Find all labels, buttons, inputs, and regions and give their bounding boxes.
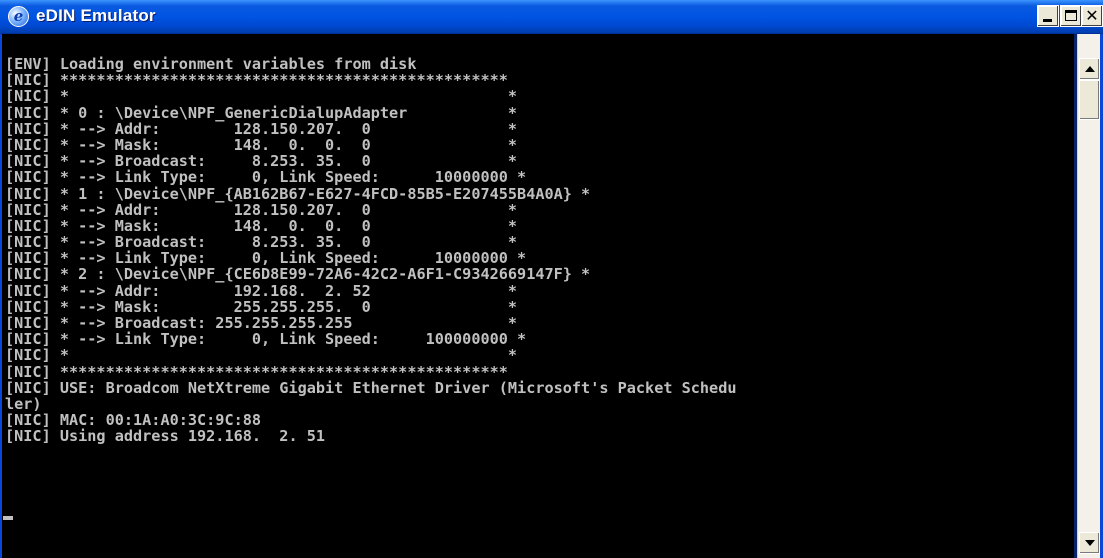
console-line: [NIC] * --> Addr: 128.150.207. 0 * [5, 119, 518, 138]
console-line: [NIC] * --> Broadcast: 255.255.255.255 * [5, 314, 518, 332]
scrollbar-thumb[interactable] [1079, 80, 1100, 120]
console-line: [NIC] * --> Link Type: 0, Link Speed: 10… [5, 330, 527, 349]
console-line: [NIC] Using address 192.168. 2. 51 [5, 427, 326, 446]
console-line: ler) [5, 394, 42, 413]
maximize-icon [1065, 10, 1077, 21]
vertical-scrollbar[interactable] [1077, 34, 1100, 558]
console-line: [NIC] * 0 : \Device\NPF_GenericDialupAda… [5, 103, 518, 122]
scroll-down-button[interactable] [1079, 532, 1100, 554]
console-line: [NIC] * --> Link Type: 0, Link Speed: 10… [5, 249, 527, 268]
console-line: [NIC] **********************************… [5, 362, 508, 381]
console-line: [ENV] Loading environment variables from… [5, 55, 417, 73]
console-line: [NIC] * --> Addr: 128.150.207. 0 * [5, 200, 518, 219]
console-line: [NIC] * --> Addr: 192.168. 2. 52 * [5, 281, 518, 300]
console-line: [NIC] * * [5, 87, 518, 106]
scroll-down-arrow-icon [1085, 540, 1095, 546]
console-line: [NIC] MAC: 00:1A:A0:3C:9C:88 [5, 411, 262, 430]
console-line: [NIC] * --> Link Type: 0, Link Speed: 10… [5, 168, 527, 187]
edin-app-icon[interactable]: e [8, 6, 29, 27]
console-line: [NIC] * --> Broadcast: 8.253. 35. 0 * [5, 152, 518, 171]
text-cursor [3, 516, 13, 520]
minimize-icon [1043, 19, 1052, 22]
console-line: [NIC] * --> Mask: 255.255.255. 0 * [5, 297, 518, 316]
scroll-up-arrow-icon [1085, 66, 1095, 72]
title-bar[interactable]: e eDIN Emulator ✕ [0, 0, 1103, 34]
console-line: [NIC] * --> Broadcast: 8.253. 35. 0 * [5, 233, 518, 252]
console-line: [NIC] **********************************… [5, 71, 508, 90]
console-line: [NIC] * * [5, 346, 518, 365]
console-line: [NIC] * --> Mask: 148. 0. 0. 0 * [5, 216, 518, 235]
close-button[interactable]: ✕ [1081, 5, 1103, 27]
console-output[interactable]: [ENV] Loading environment variables from… [2, 34, 1074, 558]
console-line: [NIC] * 2 : \Device\NPF_{CE6D8E99-72A6-4… [5, 265, 591, 284]
minimize-button[interactable] [1037, 5, 1059, 27]
console-line: [NIC] * 1 : \Device\NPF_{AB162B67-E627-4… [5, 184, 591, 203]
maximize-button[interactable] [1060, 5, 1082, 27]
window-title: eDIN Emulator [36, 6, 156, 25]
console-line: [NIC] * --> Mask: 148. 0. 0. 0 * [5, 135, 518, 154]
close-icon: ✕ [1085, 6, 1099, 25]
console-line: [NIC] USE: Broadcom NetXtreme Gigabit Et… [5, 378, 737, 397]
emulator-window: e eDIN Emulator ✕ [ENV] Loading environm… [0, 0, 1103, 558]
scroll-up-button[interactable] [1079, 58, 1100, 80]
